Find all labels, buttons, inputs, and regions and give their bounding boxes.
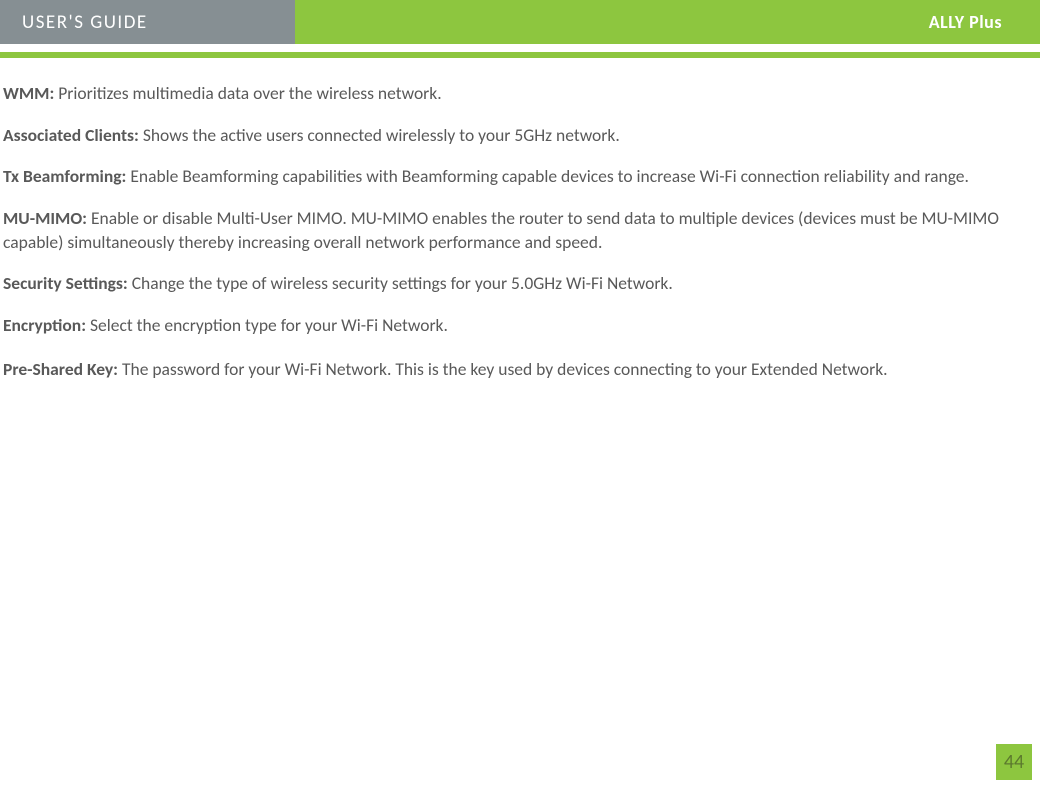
content-body: WMM: Prioritizes multimedia data over th… [0, 58, 1040, 385]
term-description: Prioritizes multimedia data over the wir… [54, 82, 441, 104]
definition-associated-clients: Associated Clients: Shows the active use… [3, 124, 1028, 148]
term-label: Security Settings: [3, 272, 128, 294]
header-right-panel: ALLY Plus [295, 0, 1040, 44]
definition-wmm: WMM: Prioritizes multimedia data over th… [3, 82, 1028, 106]
product-name: ALLY Plus [929, 11, 1002, 33]
header-left-panel: USER'S GUIDE [0, 0, 295, 44]
definition-tx-beamforming: Tx Beamforming: Enable Beamforming capab… [3, 165, 1028, 189]
definition-encryption: Encryption: Select the encryption type f… [3, 314, 1028, 338]
guide-title: USER'S GUIDE [22, 11, 148, 34]
term-description: Enable or disable Multi-User MIMO. MU-MI… [3, 207, 999, 253]
definition-pre-shared-key: Pre-Shared Key: The password for your Wi… [3, 355, 1028, 385]
term-label: Encryption: [3, 314, 86, 336]
definition-security-settings: Security Settings: Change the type of wi… [3, 272, 1028, 296]
term-label: Pre-Shared Key: [3, 358, 118, 380]
term-description: Shows the active users connected wireles… [139, 124, 620, 146]
term-label: MU-MIMO: [3, 207, 87, 229]
page-header: USER'S GUIDE ALLY Plus [0, 0, 1040, 58]
term-description: Select the encryption type for your Wi-F… [86, 314, 448, 336]
header-underline [0, 52, 1040, 58]
term-description: Enable Beamforming capabilities with Bea… [126, 165, 969, 187]
term-description: The password for your Wi-Fi Network. Thi… [118, 358, 888, 380]
term-label: Tx Beamforming: [3, 165, 126, 187]
term-label: Associated Clients: [3, 124, 139, 146]
definition-mu-mimo: MU-MIMO: Enable or disable Multi-User MI… [3, 207, 1028, 254]
term-description: Change the type of wireless security set… [128, 272, 673, 294]
term-label: WMM: [3, 82, 54, 104]
header-chevron-divider [272, 0, 295, 44]
page-number-value: 44 [1004, 750, 1024, 774]
page-number-badge: 44 [996, 744, 1032, 780]
